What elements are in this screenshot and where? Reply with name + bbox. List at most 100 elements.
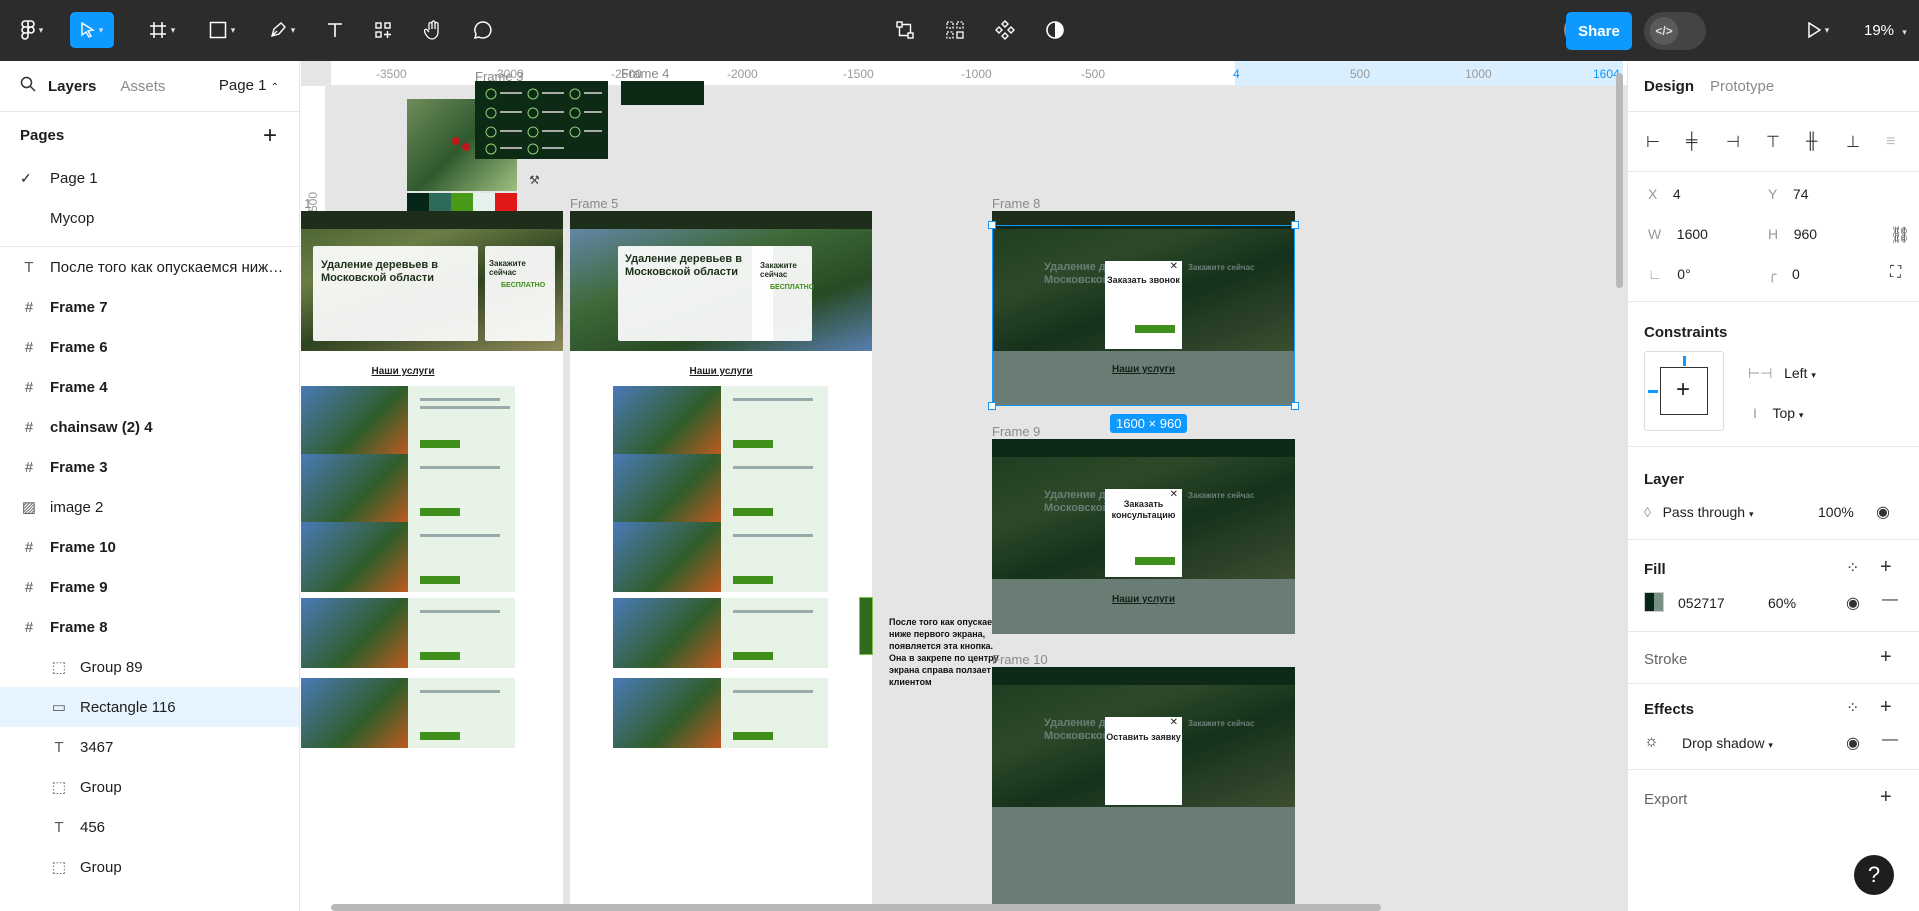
layer-opacity-field[interactable]: 100% — [1818, 504, 1854, 520]
layout-grid-button[interactable] — [940, 12, 970, 48]
layer-item[interactable]: # Frame 3 — [0, 447, 299, 487]
eye-icon[interactable]: ◉ — [1846, 593, 1860, 613]
help-button[interactable]: ? — [1854, 855, 1894, 895]
layer-item[interactable]: # Frame 6 — [0, 327, 299, 367]
tab-layers[interactable]: Layers — [48, 78, 96, 95]
zoom-menu[interactable]: 19% ▾ — [1864, 22, 1907, 39]
fill-color-swatch[interactable] — [1644, 592, 1664, 612]
tab-prototype[interactable]: Prototype — [1710, 78, 1774, 95]
eye-icon[interactable]: ◉ — [1846, 733, 1860, 753]
eye-icon[interactable]: ◉ — [1876, 502, 1890, 522]
resize-handle[interactable] — [988, 402, 996, 410]
height-field[interactable]: H 960 — [1768, 226, 1817, 242]
page-item-page-1[interactable]: ✓ Page 1 — [0, 158, 299, 198]
fill-opacity-field[interactable]: 60% — [1768, 595, 1796, 611]
add-page-icon[interactable]: + — [263, 122, 277, 150]
constrain-proportions-icon[interactable]: ⛓ — [1890, 225, 1910, 245]
layer-item[interactable]: # Frame 8 — [0, 607, 299, 647]
frame-label[interactable]: Frame 10 — [992, 652, 1048, 667]
layer-item[interactable]: # Frame 4 — [0, 367, 299, 407]
contrast-toggle-button[interactable] — [1040, 12, 1070, 48]
fill-hex-field[interactable]: 052717 — [1678, 595, 1725, 611]
layer-item[interactable]: ⬚ Group — [0, 767, 299, 807]
resize-handle[interactable] — [1291, 221, 1299, 229]
add-stroke-icon[interactable]: + — [1880, 646, 1892, 669]
frame-label[interactable]: Frame 4 — [621, 66, 669, 81]
layer-item[interactable]: T После того как опускаемся ниже первого … — [0, 247, 299, 287]
styles-grid-icon[interactable]: ⁘ — [1846, 558, 1859, 578]
left-constraint-bar[interactable] — [1648, 390, 1658, 393]
frame-5[interactable]: Удаление деревьев в Московской области З… — [570, 211, 872, 911]
align-bottom-icon[interactable]: ⊥ — [1846, 132, 1886, 152]
layer-item[interactable]: ⬚ Group — [0, 847, 299, 887]
edit-object-button[interactable] — [890, 12, 920, 48]
page-switcher[interactable]: Page 1 ⌃ — [219, 77, 279, 94]
align-left-icon[interactable]: ⊢ — [1646, 132, 1686, 152]
layer-item[interactable]: ⬚ Group 89 — [0, 647, 299, 687]
layer-item[interactable]: T 3467 — [0, 727, 299, 767]
resize-handle[interactable] — [1291, 402, 1299, 410]
layer-item-selected[interactable]: ▭ Rectangle 116 — [0, 687, 299, 727]
layer-item[interactable]: T 456 — [0, 807, 299, 847]
create-component-button[interactable] — [990, 12, 1020, 48]
chainsaw-icon[interactable]: ⚒ — [529, 173, 540, 187]
tab-design[interactable]: Design — [1644, 78, 1694, 95]
x-field[interactable]: X 4 — [1648, 186, 1681, 202]
add-fill-icon[interactable]: + — [1880, 556, 1892, 579]
layer-item[interactable]: # Frame 9 — [0, 567, 299, 607]
comment-tool-button[interactable] — [468, 12, 498, 48]
frame-label[interactable]: Frame 1 — [301, 196, 311, 211]
frame-tool-button[interactable]: ▾ — [142, 12, 182, 48]
pen-tool-button[interactable]: ▾ — [262, 12, 302, 48]
blend-mode-select[interactable]: ◊ Pass through ▾ — [1644, 504, 1754, 520]
effect-type-select[interactable]: Drop shadow ▾ — [1682, 735, 1773, 751]
frame-10[interactable]: Удаление деревьев в Московской области З… — [992, 667, 1295, 911]
frame-label[interactable]: Frame 9 — [992, 424, 1040, 439]
align-center-v-icon[interactable]: ╫ — [1806, 133, 1846, 151]
present-button[interactable]: ▾ — [1796, 12, 1840, 48]
layer-item[interactable]: # chainsaw (2) 4 — [0, 407, 299, 447]
frame-9[interactable]: Удаление деревьев в Московской области З… — [992, 439, 1295, 634]
tab-assets[interactable]: Assets — [120, 78, 165, 95]
remove-fill-icon[interactable]: — — [1882, 591, 1898, 609]
resize-handle[interactable] — [988, 221, 996, 229]
add-effect-icon[interactable]: + — [1880, 696, 1892, 719]
frame-1[interactable]: Удаление деревьев в Московской области З… — [301, 211, 563, 911]
width-field[interactable]: W 1600 — [1648, 226, 1708, 242]
align-top-icon[interactable]: ⊤ — [1766, 132, 1806, 152]
distribute-icon[interactable]: ≡ — [1886, 133, 1919, 151]
hand-tool-button[interactable] — [418, 12, 448, 48]
top-constraint-bar[interactable] — [1683, 356, 1686, 366]
frame-3[interactable] — [475, 81, 608, 159]
styles-grid-icon[interactable]: ⁘ — [1846, 698, 1859, 718]
layer-item[interactable]: ▨ image 2 — [0, 487, 299, 527]
dev-mode-toggle[interactable]: </> — [1644, 12, 1706, 50]
constraints-widget[interactable] — [1644, 351, 1724, 431]
search-icon[interactable] — [20, 76, 36, 96]
selection-box[interactable] — [992, 225, 1295, 406]
text-tool-button[interactable] — [320, 12, 350, 48]
add-export-icon[interactable]: + — [1880, 786, 1892, 809]
design-canvas[interactable]: -3500 -3000 -2500 -2000 -1500 -1000 -500… — [301, 61, 1627, 911]
page-item-musor[interactable]: Мусор — [0, 198, 299, 238]
frame-4[interactable] — [621, 81, 704, 105]
annotation-note[interactable]: После того как опускаемся ниже первого э… — [889, 616, 1009, 688]
corner-radius-field[interactable]: ╭ 0 — [1768, 266, 1800, 283]
share-button[interactable]: Share — [1566, 12, 1632, 50]
align-center-h-icon[interactable]: ╪ — [1686, 133, 1726, 151]
horizontal-scrollbar[interactable] — [331, 904, 1381, 911]
rotation-field[interactable]: ∟ 0° — [1648, 266, 1691, 282]
y-field[interactable]: Y 74 — [1768, 186, 1808, 202]
shape-tool-button[interactable]: ▾ — [202, 12, 242, 48]
effect-sun-icon[interactable]: ☼ — [1644, 733, 1659, 751]
independent-corners-icon[interactable]: ⛶ — [1890, 264, 1901, 282]
sticky-consult-button[interactable] — [859, 597, 873, 655]
vertical-constraint-select[interactable]: I Top ▾ — [1753, 405, 1803, 421]
remove-effect-icon[interactable]: — — [1882, 731, 1898, 749]
main-menu-button[interactable]: ▾ — [12, 12, 52, 48]
vertical-scrollbar[interactable] — [1616, 73, 1623, 288]
frame-label[interactable]: Frame 5 — [570, 196, 618, 211]
layer-item[interactable]: # Frame 7 — [0, 287, 299, 327]
align-right-icon[interactable]: ⊣ — [1726, 132, 1766, 152]
move-tool-button[interactable]: ▾ — [70, 12, 114, 48]
